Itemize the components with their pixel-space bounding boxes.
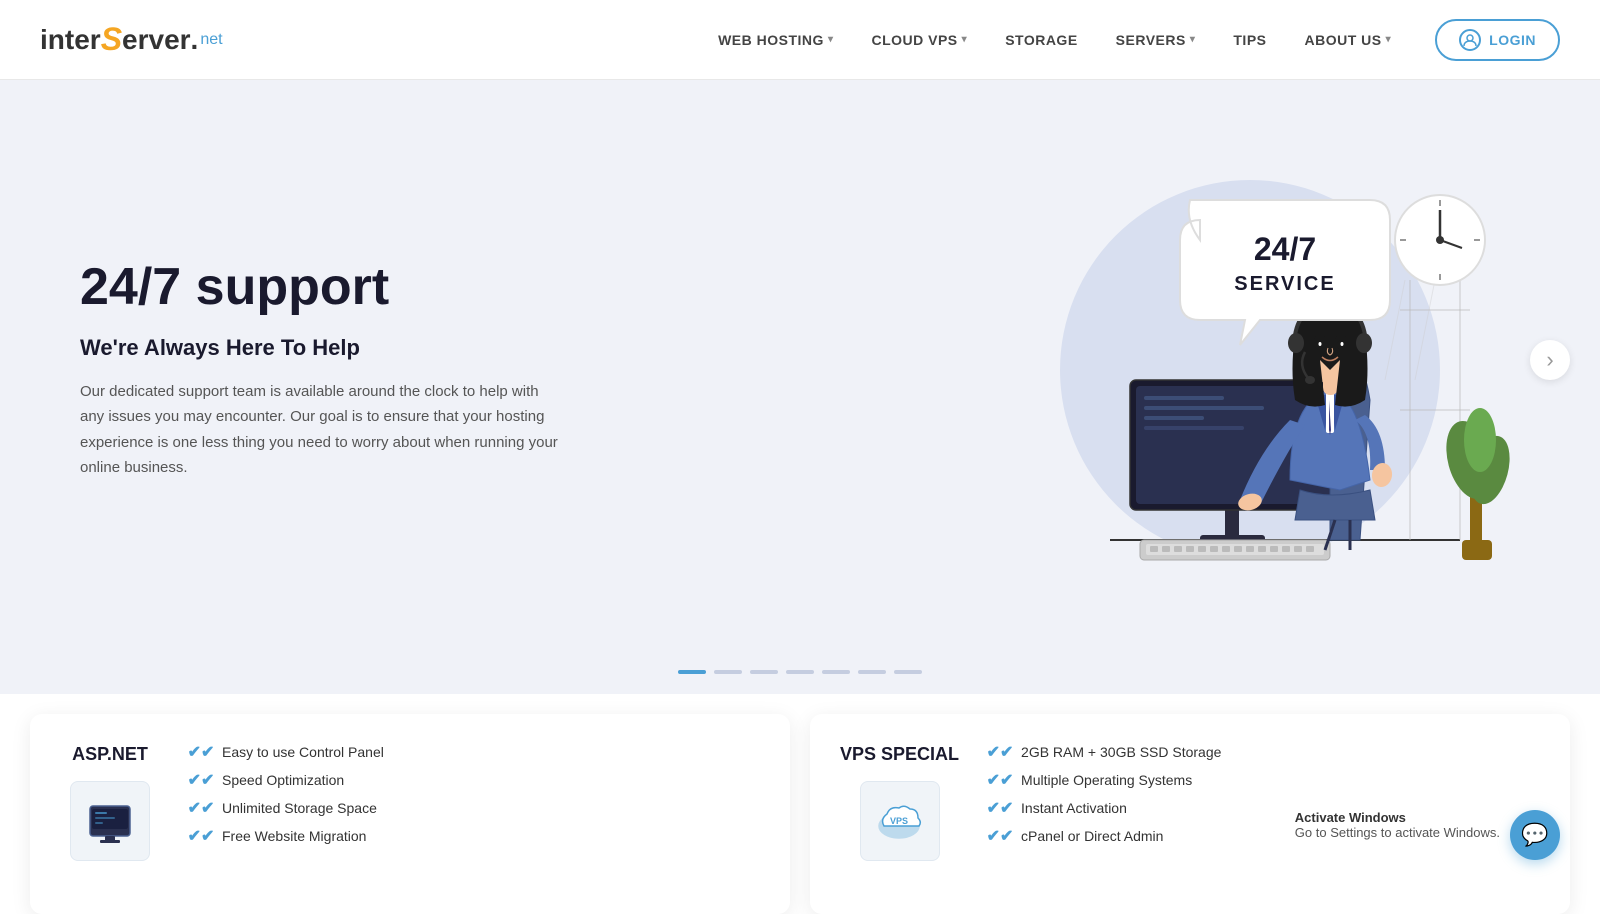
feature-item: ✔✔ 2GB RAM + 30GB SSD Storage bbox=[989, 744, 1540, 760]
aspnet-icon bbox=[70, 781, 150, 861]
nav-about-us[interactable]: ABOUT US ▾ bbox=[1291, 24, 1406, 56]
chevron-down-icon: ▾ bbox=[1190, 34, 1196, 45]
feature-item: ✔✔ Free Website Migration bbox=[190, 828, 760, 844]
nav-cloud-vps[interactable]: CLOUD VPS ▾ bbox=[857, 24, 981, 56]
chevron-down-icon: ▾ bbox=[962, 34, 968, 45]
hero-text-block: 24/7 support We're Always Here To Help O… bbox=[80, 259, 560, 480]
nav-tips[interactable]: TIPS bbox=[1219, 24, 1280, 56]
checkmark-icon: ✔✔ bbox=[190, 828, 212, 844]
slide-dot-3[interactable] bbox=[750, 670, 778, 674]
card-vps-features: ✔✔ 2GB RAM + 30GB SSD Storage ✔✔ Multipl… bbox=[989, 744, 1540, 856]
checkmark-icon: ✔✔ bbox=[989, 772, 1011, 788]
chevron-down-icon: ▾ bbox=[1386, 34, 1392, 45]
chat-button[interactable]: 💬 bbox=[1510, 810, 1560, 860]
slide-dot-6[interactable] bbox=[858, 670, 886, 674]
hero-title: 24/7 support bbox=[80, 259, 560, 316]
slide-dot-1[interactable] bbox=[678, 670, 706, 674]
site-header: interServer.net WEB HOSTING ▾ CLOUD VPS … bbox=[0, 0, 1600, 80]
slide-dot-4[interactable] bbox=[786, 670, 814, 674]
feature-item: ✔✔ Easy to use Control Panel bbox=[190, 744, 760, 760]
card-aspnet-label: ASP.NET bbox=[72, 744, 148, 765]
main-nav: WEB HOSTING ▾ CLOUD VPS ▾ STORAGE SERVER… bbox=[704, 19, 1560, 61]
card-aspnet-icon-area: ASP.NET bbox=[60, 744, 160, 861]
hero-subtitle: We're Always Here To Help bbox=[80, 335, 560, 361]
slide-dot-2[interactable] bbox=[714, 670, 742, 674]
vps-icon: VPS bbox=[860, 781, 940, 861]
logo-inter: inter bbox=[40, 24, 101, 56]
user-icon bbox=[1459, 29, 1481, 51]
feature-item: ✔✔ Instant Activation bbox=[989, 800, 1540, 816]
illustration-svg: 24/7 SERVICE bbox=[1030, 160, 1510, 580]
logo[interactable]: interServer.net bbox=[40, 21, 223, 58]
checkmark-icon: ✔✔ bbox=[190, 772, 212, 788]
card-vps-label: VPS SPECIAL bbox=[840, 744, 959, 765]
slider-next-arrow[interactable]: › bbox=[1530, 340, 1570, 380]
hero-section: 24/7 support We're Always Here To Help O… bbox=[0, 80, 1600, 640]
login-button[interactable]: LOGIN bbox=[1435, 19, 1560, 61]
slider-dots bbox=[0, 640, 1600, 694]
checkmark-icon: ✔✔ bbox=[190, 744, 212, 760]
logo-erver: erver bbox=[122, 24, 191, 56]
checkmark-icon: ✔✔ bbox=[989, 800, 1011, 816]
checkmark-icon: ✔✔ bbox=[989, 828, 1011, 844]
slide-dot-5[interactable] bbox=[822, 670, 850, 674]
feature-item: ✔✔ Multiple Operating Systems bbox=[989, 772, 1540, 788]
slide-dot-7[interactable] bbox=[894, 670, 922, 674]
nav-web-hosting[interactable]: WEB HOSTING ▾ bbox=[704, 24, 847, 56]
logo-s: S bbox=[101, 21, 122, 58]
feature-item: ✔✔ cPanel or Direct Admin bbox=[989, 828, 1540, 844]
chat-icon: 💬 bbox=[1521, 822, 1548, 848]
checkmark-icon: ✔✔ bbox=[989, 744, 1011, 760]
nav-servers[interactable]: SERVERS ▾ bbox=[1102, 24, 1210, 56]
chevron-down-icon: ▾ bbox=[828, 34, 834, 45]
feature-item: ✔✔ Speed Optimization bbox=[190, 772, 760, 788]
hero-illustration: 24/7 SERVICE bbox=[1000, 160, 1520, 580]
card-vps: VPS SPECIAL VPS ✔✔ 2GB RAM + 30GB SSD St… bbox=[810, 714, 1570, 914]
logo-net: net bbox=[200, 31, 222, 49]
svg-text:SERVICE: SERVICE bbox=[1234, 273, 1335, 295]
card-aspnet-features: ✔✔ Easy to use Control Panel ✔✔ Speed Op… bbox=[190, 744, 760, 856]
svg-text:24/7: 24/7 bbox=[1254, 231, 1316, 267]
svg-text:VPS: VPS bbox=[890, 816, 908, 826]
cards-section: ASP.NET ✔✔ Easy to use Control Panel bbox=[0, 714, 1600, 914]
feature-item: ✔✔ Unlimited Storage Space bbox=[190, 800, 760, 816]
card-vps-icon-area: VPS SPECIAL VPS bbox=[840, 744, 959, 861]
nav-storage[interactable]: STORAGE bbox=[991, 24, 1091, 56]
card-aspnet: ASP.NET ✔✔ Easy to use Control Panel bbox=[30, 714, 790, 914]
hero-description: Our dedicated support team is available … bbox=[80, 379, 560, 481]
checkmark-icon: ✔✔ bbox=[190, 800, 212, 816]
